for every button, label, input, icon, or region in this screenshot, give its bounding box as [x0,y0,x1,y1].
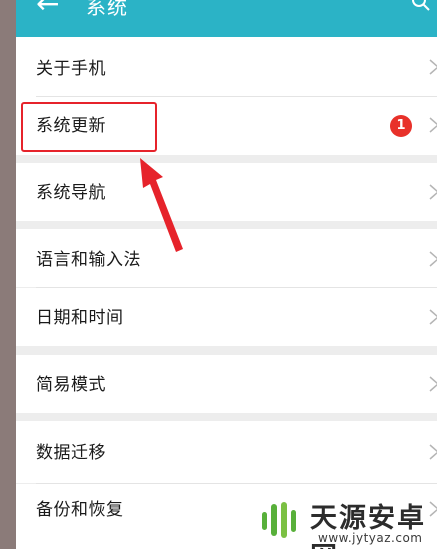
update-count-badge: 1 [390,115,412,137]
chevron-right-icon [429,117,437,133]
search-icon[interactable] [411,0,431,12]
chevron-right-icon [429,376,437,392]
settings-item-system-navigation[interactable]: 系统导航 [16,163,437,221]
settings-screen: ← 系统 关于手机 系统更新 系统导航 语言和输入法 日期和时间 简易模式 数据… [16,0,437,549]
settings-item-label: 语言和输入法 [36,250,141,270]
watermark-logo-icon [254,496,306,544]
settings-item-simple-mode[interactable]: 简易模式 [16,355,437,413]
chevron-right-icon [429,444,437,460]
chevron-right-icon [429,184,437,200]
app-bar: ← 系统 [16,0,437,37]
chevron-right-icon [429,309,437,325]
chevron-right-icon [429,59,437,75]
settings-item-date-time[interactable]: 日期和时间 [16,288,437,346]
back-button[interactable]: ← [36,0,59,19]
highlight-box [21,102,157,152]
settings-item-label: 备份和恢复 [36,500,124,520]
page-title: 系统 [86,0,128,19]
settings-item-data-migration[interactable]: 数据迁移 [16,421,437,483]
settings-item-label: 关于手机 [36,59,106,79]
chevron-right-icon [429,251,437,267]
settings-item-label: 系统导航 [36,183,106,203]
screenshot-frame: ← 系统 关于手机 系统更新 系统导航 语言和输入法 日期和时间 简易模式 数据… [0,0,437,549]
settings-item-label: 日期和时间 [36,308,124,328]
settings-item-label: 数据迁移 [36,443,106,463]
settings-item-about-phone[interactable]: 关于手机 [16,37,437,97]
settings-item-label: 简易模式 [36,375,106,395]
watermark-url: www.jytyaz.com [318,531,423,545]
watermark: 天源安卓网 www.jytyaz.com [244,490,437,549]
settings-item-language-input[interactable]: 语言和输入法 [16,229,437,287]
